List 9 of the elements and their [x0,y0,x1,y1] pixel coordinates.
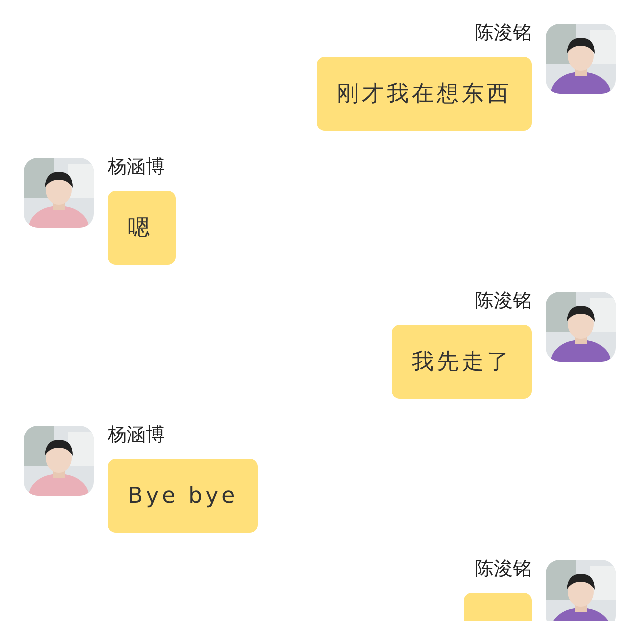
sender-name: 陈浚铭 [475,21,532,46]
message-bubble: Bye bye [108,459,258,533]
sender-name: 陈浚铭 [475,289,532,314]
message-bubble: 刚才我在想东西 [317,57,532,131]
sender-name: 杨涵博 [108,423,165,448]
message-bubble: 我先走了 [392,325,532,399]
sender-name: 陈浚铭 [475,557,532,582]
sender-name: 杨涵博 [108,155,165,180]
message-bubble: 嗯 [108,191,176,265]
